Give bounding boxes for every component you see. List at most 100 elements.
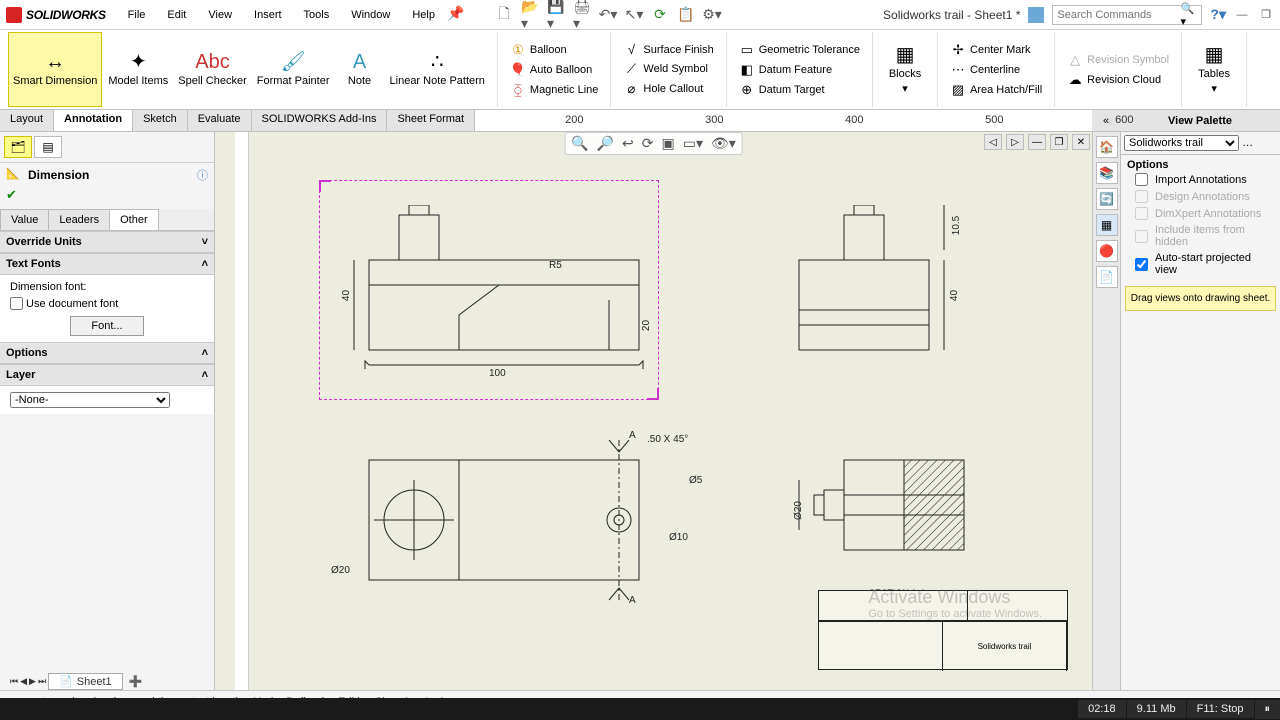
dim-phi5[interactable]: Ø5 <box>689 475 702 486</box>
balloon-button[interactable]: ①Balloon <box>506 40 603 60</box>
datum-target-button[interactable]: ⊕Datum Target <box>735 80 864 100</box>
tab-evaluate[interactable]: Evaluate <box>188 110 252 131</box>
sheet-nav-prev-icon[interactable]: ◀ <box>20 676 27 687</box>
settings-icon[interactable]: ⚙▾ <box>703 6 721 24</box>
restore-icon[interactable]: ❐ <box>1258 7 1274 23</box>
layer-select[interactable]: -None- <box>10 392 170 408</box>
display-style-icon[interactable]: ▭▾ <box>683 135 703 152</box>
blocks-button[interactable]: ▦Blocks▾ <box>881 42 929 96</box>
dim-r5[interactable]: R5 <box>549 260 562 271</box>
dim-phi10[interactable]: Ø10 <box>669 532 688 543</box>
pm-ok-icon[interactable]: ✔ <box>0 187 214 203</box>
pin-icon[interactable]: 📌 <box>447 5 465 23</box>
vp-import-annotations[interactable]: Import Annotations <box>1121 171 1280 188</box>
vp-browse-icon[interactable]: … <box>1242 137 1253 149</box>
vp-model-select[interactable]: Solidworks trail <box>1124 135 1239 151</box>
drawing-canvas[interactable]: 🔍 🔎 ↩ ⟳ ▣ ▭▾ 👁▾ ◁ ▷ — ❐ ✕ <box>215 132 1092 690</box>
note-button[interactable]: ANote <box>336 32 384 107</box>
open-icon[interactable]: 📂▾ <box>521 6 539 24</box>
sheet-nav-first-icon[interactable]: ⏮ <box>10 676 18 687</box>
spell-checker-button[interactable]: AbcSpell Checker <box>174 32 250 107</box>
section-options[interactable]: Options˄ <box>0 342 214 364</box>
dim-40[interactable]: 40 <box>341 290 352 301</box>
tab-layout[interactable]: Layout <box>0 110 54 131</box>
surface-finish-button[interactable]: √Surface Finish <box>619 40 717 59</box>
section-text-fonts[interactable]: Text Fonts˄ <box>0 253 214 275</box>
tab-sheet-format[interactable]: Sheet Format <box>387 110 475 131</box>
view-section[interactable] <box>794 450 994 580</box>
next-sheet-icon[interactable]: ▷ <box>1006 134 1024 150</box>
font-button[interactable]: Font... <box>70 316 143 336</box>
tp-view-palette-icon[interactable]: ▦ <box>1096 214 1118 236</box>
search-input[interactable] <box>1057 9 1180 21</box>
options-icon[interactable]: 📋 <box>677 6 695 24</box>
dim-100[interactable]: 100 <box>489 368 506 379</box>
tp-home-icon[interactable]: 🏠 <box>1096 136 1118 158</box>
canvas-min-icon[interactable]: — <box>1028 134 1046 150</box>
search-commands[interactable]: 🔍▾ <box>1052 5 1202 25</box>
dim-105[interactable]: 10.5 <box>951 216 962 235</box>
rec-stop[interactable]: F11: Stop <box>1187 700 1254 718</box>
menu-help[interactable]: Help <box>402 5 445 25</box>
datum-feature-button[interactable]: ◧Datum Feature <box>735 60 864 80</box>
magnetic-line-button[interactable]: ⧲Magnetic Line <box>506 80 603 100</box>
vp-auto-start[interactable]: Auto-start projected view <box>1121 250 1280 278</box>
dim-20[interactable]: 20 <box>641 320 652 331</box>
zoom-fit-icon[interactable]: 🔍 <box>571 135 588 152</box>
canvas-close-icon[interactable]: ✕ <box>1072 134 1090 150</box>
tp-design-lib-icon[interactable]: 📚 <box>1096 162 1118 184</box>
pm-tab-property[interactable]: ▤ <box>34 136 62 158</box>
tab-sketch[interactable]: Sketch <box>133 110 188 131</box>
select-icon[interactable]: ↖▾ <box>625 6 643 24</box>
pm-tab-feature-manager[interactable]: 🗂 <box>4 136 32 158</box>
weld-symbol-button[interactable]: ⟋Weld Symbol <box>619 59 717 79</box>
section-layer[interactable]: Layer˄ <box>0 364 214 386</box>
prev-sheet-icon[interactable]: ◁ <box>984 134 1002 150</box>
canvas-max-icon[interactable]: ❐ <box>1050 134 1068 150</box>
menu-edit[interactable]: Edit <box>157 5 196 25</box>
tp-custom-props-icon[interactable]: 📄 <box>1096 266 1118 288</box>
dim-40b[interactable]: 40 <box>949 290 960 301</box>
tp-file-explorer-icon[interactable]: 🔄 <box>1096 188 1118 210</box>
rec-pause-icon[interactable]: ⏸ <box>1255 700 1280 719</box>
subtab-value[interactable]: Value <box>0 209 49 230</box>
dim-phi20-left[interactable]: Ø20 <box>331 565 350 576</box>
pm-help-icon[interactable]: ⓘ <box>197 167 208 183</box>
centerline-button[interactable]: ⋯Centerline <box>946 60 1046 80</box>
new-icon[interactable]: 🗋 <box>495 6 513 24</box>
menu-window[interactable]: Window <box>341 5 400 25</box>
rebuild-icon[interactable]: ⟳ <box>651 6 669 24</box>
format-painter-button[interactable]: 🖌Format Painter <box>253 32 334 107</box>
linear-note-pattern-button[interactable]: ∴Linear Note Pattern <box>386 32 489 107</box>
menu-view[interactable]: View <box>198 5 242 25</box>
search-icon[interactable]: 🔍▾ <box>1181 2 1198 28</box>
tp-appearances-icon[interactable]: 🔴 <box>1096 240 1118 262</box>
use-doc-font-row[interactable]: Use document font <box>10 297 204 310</box>
tab-annotation[interactable]: Annotation <box>54 110 133 131</box>
help-icon[interactable]: ?▾ <box>1210 6 1226 23</box>
view-top[interactable] <box>349 440 669 610</box>
dim-phi20-right[interactable]: Ø20 <box>793 501 804 520</box>
auto-balloon-button[interactable]: 🎈Auto Balloon <box>506 60 603 80</box>
use-doc-font-checkbox[interactable] <box>10 297 23 310</box>
undo-icon[interactable]: ↶▾ <box>599 6 617 24</box>
sheet-tab-1[interactable]: 📄Sheet1 <box>48 673 123 690</box>
tables-button[interactable]: ▦Tables▾ <box>1190 42 1238 96</box>
save-icon[interactable]: 💾▾ <box>547 6 565 24</box>
zoom-area-icon[interactable]: 🔎 <box>597 135 614 152</box>
rotate-icon[interactable]: ⟳ <box>642 135 654 152</box>
model-items-button[interactable]: ✦Model Items <box>104 32 172 107</box>
area-hatch-button[interactable]: ▨Area Hatch/Fill <box>946 80 1046 100</box>
revision-cloud-button[interactable]: ☁Revision Cloud <box>1063 70 1173 90</box>
sheet-nav-last-icon[interactable]: ⏭ <box>38 676 46 687</box>
title-block[interactable]: Solidworks trail <box>818 590 1068 670</box>
sheet-nav-next-icon[interactable]: ▶ <box>29 676 36 687</box>
print-icon[interactable]: 🖨▾ <box>573 6 591 24</box>
subtab-other[interactable]: Other <box>109 209 159 230</box>
section-view-icon[interactable]: ▣ <box>662 135 675 152</box>
hole-callout-button[interactable]: ⌀Hole Callout <box>619 79 717 99</box>
subtab-leaders[interactable]: Leaders <box>48 209 110 230</box>
tab-addins[interactable]: SOLIDWORKS Add-Ins <box>252 110 388 131</box>
minimize-icon[interactable]: — <box>1234 7 1250 23</box>
section-override-units[interactable]: Override Units˅ <box>0 231 214 253</box>
